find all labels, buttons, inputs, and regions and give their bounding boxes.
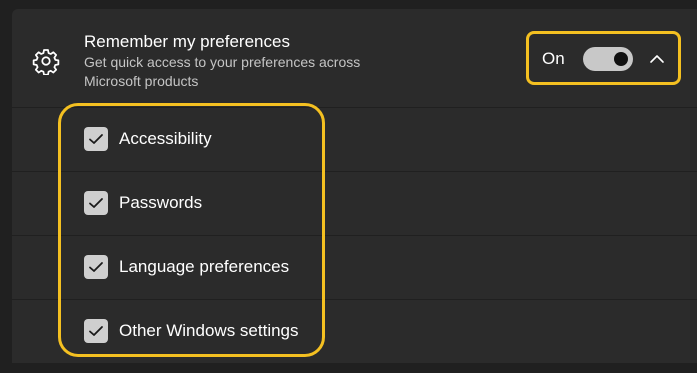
passwords-checkbox[interactable]: [84, 191, 108, 215]
option-label: Passwords: [119, 193, 203, 212]
accessibility-checkbox[interactable]: [84, 127, 108, 151]
option-label: Other Windows settings: [119, 321, 299, 340]
option-row-accessibility[interactable]: Accessibility: [12, 108, 697, 171]
setting-description: Get quick access to your preferences acr…: [84, 54, 361, 89]
chevron-up-icon[interactable]: [647, 49, 667, 69]
checkmark-icon: [89, 326, 103, 336]
option-row-passwords[interactable]: Passwords: [12, 172, 697, 235]
toggle-state-label: On: [542, 49, 565, 68]
toggle-knob: [614, 52, 628, 66]
language-preferences-checkbox[interactable]: [84, 255, 108, 279]
settings-panel: Remember my preferences Get quick access…: [0, 0, 697, 373]
preferences-toggle[interactable]: [583, 47, 633, 71]
gear-icon: [32, 49, 60, 75]
checkmark-icon: [89, 262, 103, 272]
other-windows-settings-checkbox[interactable]: [84, 319, 108, 343]
checkmark-icon: [89, 198, 103, 208]
option-label: Language preferences: [119, 257, 290, 276]
setting-title: Remember my preferences: [84, 32, 290, 51]
option-row-other-windows-settings[interactable]: Other Windows settings: [12, 300, 697, 363]
option-label: Accessibility: [119, 129, 212, 148]
preferences-options-list: Accessibility Passwords Language prefere…: [12, 108, 697, 364]
option-row-language-preferences[interactable]: Language preferences: [12, 236, 697, 299]
checkmark-icon: [89, 134, 103, 144]
